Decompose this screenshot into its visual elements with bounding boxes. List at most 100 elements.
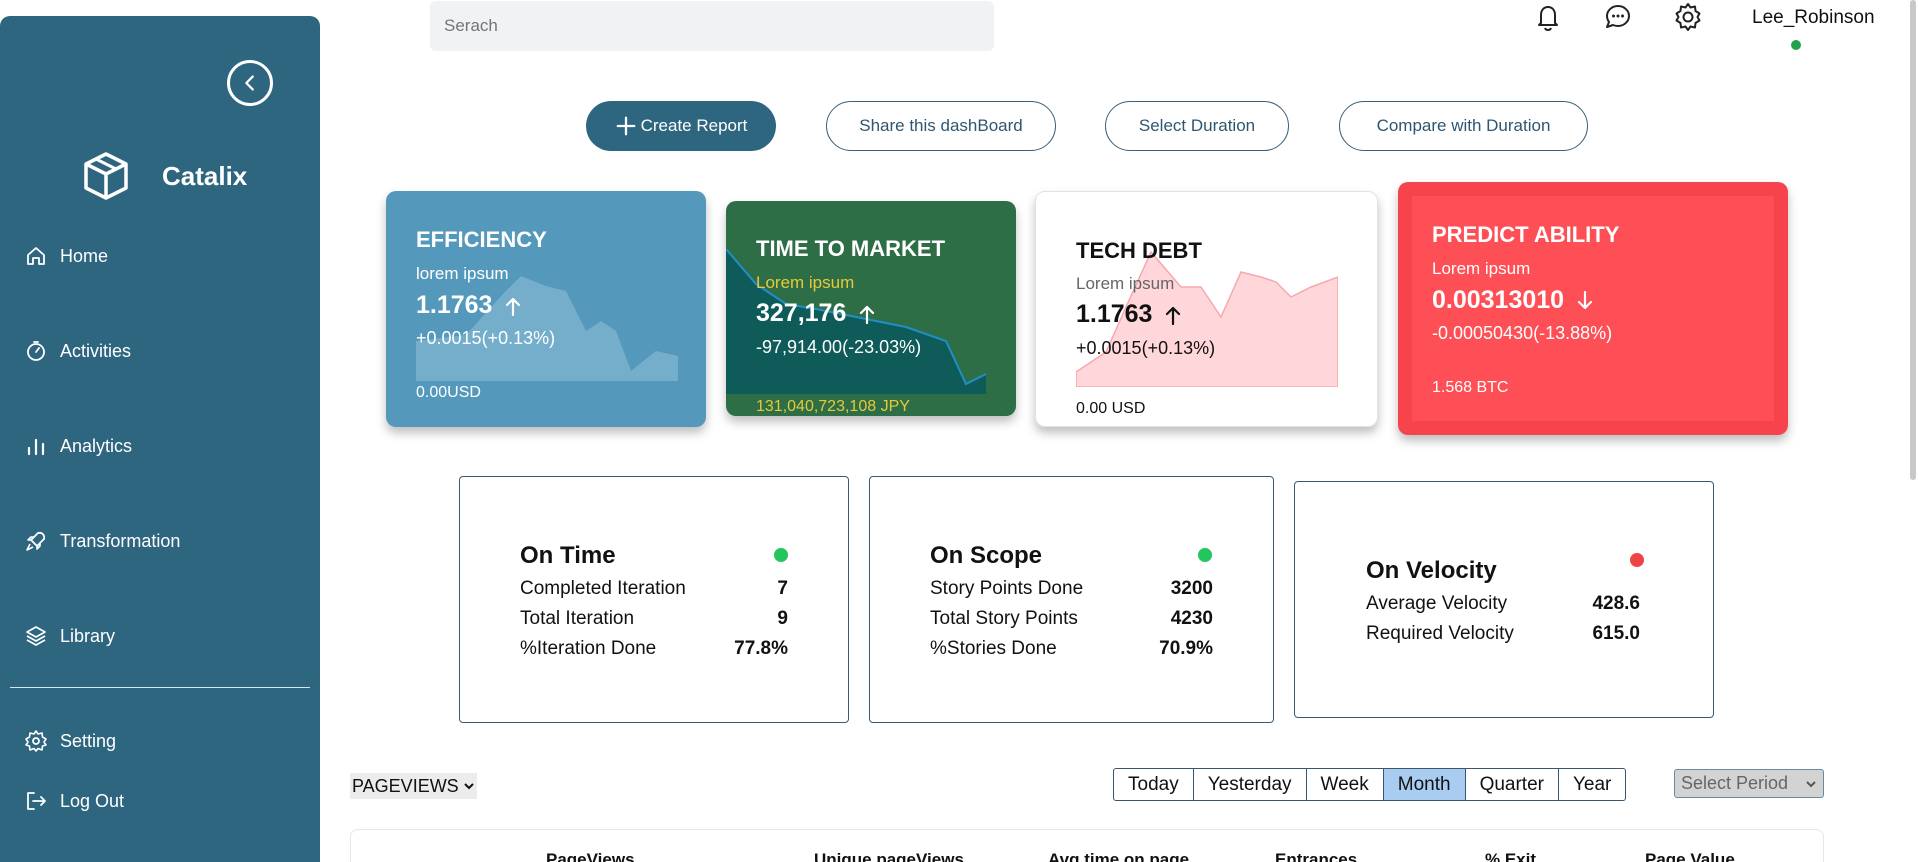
arrow-up-icon xyxy=(860,305,875,324)
period-year-button[interactable]: Year xyxy=(1558,768,1627,801)
kpi-value-row: 0.00313010 xyxy=(1432,286,1594,315)
column-header: % Exit xyxy=(1485,850,1537,862)
sidebar-item-label: Home xyxy=(60,245,109,266)
column-header: Unique pageViews xyxy=(814,850,964,862)
sidebar-item-logout[interactable]: Log Out xyxy=(24,789,124,813)
status-row-label: Average Velocity xyxy=(1366,593,1508,614)
kpi-change: -97,914.00(-23.03%) xyxy=(756,337,922,357)
period-month-button[interactable]: Month xyxy=(1383,768,1466,801)
status-row-value: 4230 xyxy=(1170,608,1213,629)
sidebar: Catalix Home Activities Analytics Transf… xyxy=(0,16,320,862)
column-header: PageViews xyxy=(546,850,635,862)
status-row: %Iteration Done 77.8% xyxy=(520,638,788,660)
column-header: Entrances xyxy=(1275,850,1358,862)
kpi-subtitle: Lorem ipsum xyxy=(756,273,855,292)
status-title: On Velocity xyxy=(1366,557,1497,584)
kpi-value: 0.00313010 xyxy=(1432,286,1565,314)
create-report-button[interactable]: Create Report xyxy=(586,101,776,151)
period-quarter-button[interactable]: Quarter xyxy=(1465,768,1559,801)
sidebar-item-transformation[interactable]: Transformation xyxy=(24,529,180,553)
sidebar-item-label: Transformation xyxy=(60,530,181,551)
arrow-up-icon xyxy=(506,297,521,316)
sidebar-item-activities[interactable]: Activities xyxy=(24,339,131,363)
create-report-label: Create Report xyxy=(640,116,748,135)
search-input[interactable] xyxy=(430,1,994,51)
chevron-down-icon xyxy=(1806,780,1816,787)
kpi-subtitle: Lorem ipsum xyxy=(1432,259,1531,278)
kpi-card-time-to-market[interactable]: TIME TO MARKET Lorem ipsum 327,176 -97,9… xyxy=(726,201,1016,416)
kpi-card-efficiency[interactable]: EFFICIENCY lorem ipsum 1.1763 +0.0015(+0… xyxy=(386,191,706,427)
kpi-footer: 0.00USD xyxy=(416,384,481,401)
kpi-value: 327,176 xyxy=(756,299,847,327)
sidebar-item-label: Activities xyxy=(60,340,132,361)
status-row-label: Total Story Points xyxy=(930,608,1078,629)
status-row-value: 70.9% xyxy=(1159,638,1213,659)
status-row: Total Story Points 4230 xyxy=(930,608,1213,630)
kpi-value-row: 1.1763 xyxy=(1076,300,1182,329)
period-today-button[interactable]: Today xyxy=(1113,768,1194,801)
kpi-footer: 0.00 USD xyxy=(1076,400,1146,417)
status-row-value: 7 xyxy=(777,578,788,599)
status-row-value: 615.0 xyxy=(1592,623,1640,644)
status-card-on-velocity: On Velocity Average Velocity 428.6 Requir… xyxy=(1294,481,1714,718)
select-duration-button[interactable]: Select Duration xyxy=(1105,101,1289,151)
logout-icon xyxy=(27,792,46,810)
status-row: %Stories Done 70.9% xyxy=(930,638,1213,660)
status-row-value: 77.8% xyxy=(734,638,788,659)
settings-gear-icon[interactable] xyxy=(1672,1,1704,33)
select-duration-label: Select Duration xyxy=(1138,116,1256,135)
period-yesterday-button[interactable]: Yesterday xyxy=(1193,768,1307,801)
bell-icon[interactable] xyxy=(1532,1,1564,33)
kpi-subtitle: lorem ipsum xyxy=(416,264,509,283)
sidebar-item-label: Log Out xyxy=(60,790,125,811)
sidebar-item-label: Analytics xyxy=(60,435,133,456)
kpi-change: +0.0015(+0.13%) xyxy=(1076,338,1216,358)
brand-name: Catalix xyxy=(162,160,248,191)
kpi-footer: 131,040,723,108 JPY xyxy=(756,398,910,415)
sidebar-item-library[interactable]: Library xyxy=(24,624,115,648)
kpi-card-predictability[interactable]: PREDICT ABILITY Lorem ipsum 0.00313010 -… xyxy=(1398,182,1788,435)
pageviews-table: PageViews Unique pageViews Avg time on p… xyxy=(350,829,1824,862)
kpi-title: PREDICT ABILITY xyxy=(1432,222,1620,247)
cube-logo-icon xyxy=(84,152,128,200)
status-row: Completed Iteration 7 xyxy=(520,578,788,600)
select-period-label: Select Period xyxy=(1681,773,1789,793)
kpi-card-tech-debt[interactable]: TECH DEBT Lorem ipsum 1.1763 +0.0015(+0.… xyxy=(1035,191,1378,427)
status-row-label: %Iteration Done xyxy=(520,638,657,659)
collapse-sidebar-button[interactable] xyxy=(227,60,273,106)
pageviews-dropdown-label: PAGEVIEWS xyxy=(352,775,459,796)
status-row-label: Total Iteration xyxy=(520,608,635,629)
sidebar-divider xyxy=(10,687,310,688)
kpi-subtitle: Lorem ipsum xyxy=(1076,274,1175,293)
select-period-dropdown[interactable]: Select Period xyxy=(1674,769,1824,798)
status-row-label: Required Velocity xyxy=(1366,623,1514,644)
period-week-button[interactable]: Week xyxy=(1306,768,1384,801)
chat-icon[interactable] xyxy=(1602,1,1634,33)
chevron-left-icon xyxy=(245,75,254,91)
page-scrollbar[interactable] xyxy=(1910,0,1916,480)
status-indicator-dot xyxy=(774,548,788,562)
pageviews-dropdown[interactable]: PAGEVIEWS xyxy=(350,773,477,799)
share-dashboard-button[interactable]: Share this dashBoard xyxy=(826,101,1056,151)
status-row-label: %Stories Done xyxy=(930,638,1057,659)
status-row: Required Velocity 615.0 xyxy=(1366,623,1640,645)
kpi-title: TIME TO MARKET xyxy=(756,236,946,261)
kpi-title: EFFICIENCY xyxy=(416,227,547,252)
status-indicator-dot xyxy=(1630,553,1644,567)
arrow-down-icon xyxy=(1577,290,1593,309)
plus-icon xyxy=(616,116,636,136)
compare-duration-button[interactable]: Compare with Duration xyxy=(1339,101,1588,151)
sidebar-item-analytics[interactable]: Analytics xyxy=(24,434,132,458)
username[interactable]: Lee_Robinson xyxy=(1752,7,1875,29)
brand: Catalix xyxy=(80,150,247,202)
rocket-icon xyxy=(26,531,46,551)
compare-duration-label: Compare with Duration xyxy=(1376,116,1551,135)
timer-icon xyxy=(27,341,45,361)
status-row: Total Iteration 9 xyxy=(520,608,788,630)
status-row-value: 3200 xyxy=(1170,578,1213,599)
status-indicator-dot xyxy=(1198,548,1212,562)
status-title: On Time xyxy=(520,542,616,569)
sidebar-item-setting[interactable]: Setting xyxy=(24,729,116,753)
kpi-footer: 1.568 BTC xyxy=(1432,379,1509,396)
sidebar-item-home[interactable]: Home xyxy=(24,244,108,268)
